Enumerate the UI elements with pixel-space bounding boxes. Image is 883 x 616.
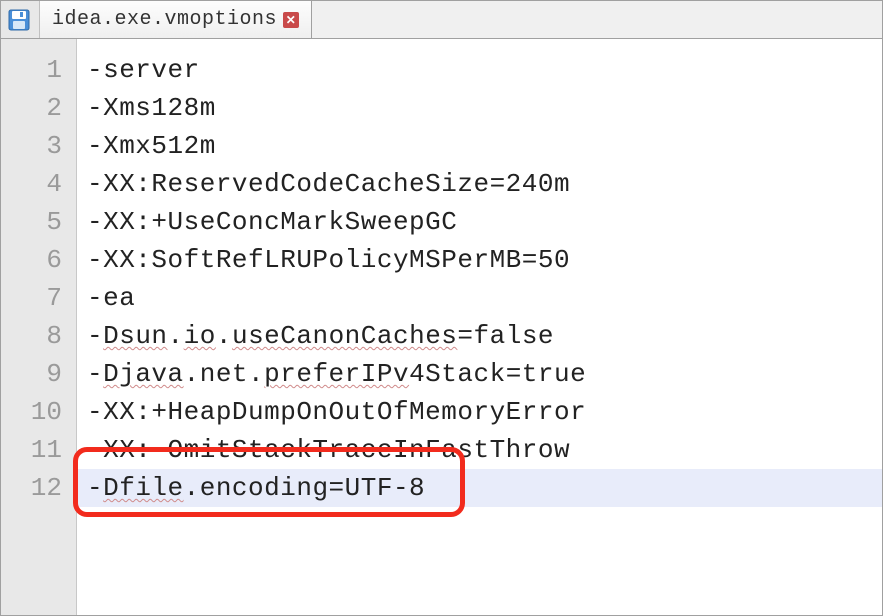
code-line[interactable]: -server (77, 51, 882, 89)
code-line[interactable]: -Dfile.encoding=UTF-8 (77, 469, 882, 507)
file-tab[interactable]: idea.exe.vmoptions ✕ (40, 1, 312, 38)
code-line[interactable]: -XX:+UseConcMarkSweepGC (77, 203, 882, 241)
line-number: 7 (1, 279, 76, 317)
line-number: 3 (1, 127, 76, 165)
code-line[interactable]: -ea (77, 279, 882, 317)
floppy-disk-icon (7, 8, 31, 32)
line-number: 11 (1, 431, 76, 469)
code-line[interactable]: -Xms128m (77, 89, 882, 127)
line-number: 1 (1, 51, 76, 89)
code-line[interactable]: -XX:ReservedCodeCacheSize=240m (77, 165, 882, 203)
editor-window: idea.exe.vmoptions ✕ 123456789101112 -se… (0, 0, 883, 616)
line-number-gutter: 123456789101112 (1, 39, 77, 615)
line-number: 9 (1, 355, 76, 393)
tab-filename: idea.exe.vmoptions (52, 8, 277, 31)
code-line[interactable]: -Djava.net.preferIPv4Stack=true (77, 355, 882, 393)
line-number: 4 (1, 165, 76, 203)
line-number: 5 (1, 203, 76, 241)
code-line[interactable]: -XX:SoftRefLRUPolicyMSPerMB=50 (77, 241, 882, 279)
code-line[interactable]: -XX:+HeapDumpOnOutOfMemoryError (77, 393, 882, 431)
line-number: 10 (1, 393, 76, 431)
code-line[interactable]: -Xmx512m (77, 127, 882, 165)
code-content[interactable]: -server-Xms128m-Xmx512m-XX:ReservedCodeC… (77, 39, 882, 615)
line-number: 12 (1, 469, 76, 507)
save-button[interactable] (1, 1, 40, 38)
line-number: 2 (1, 89, 76, 127)
line-number: 6 (1, 241, 76, 279)
code-line[interactable]: -XX:-OmitStackTraceInFastThrow (77, 431, 882, 469)
line-number: 8 (1, 317, 76, 355)
close-icon: ✕ (286, 14, 297, 26)
tab-close-button[interactable]: ✕ (283, 12, 299, 28)
editor-area: 123456789101112 -server-Xms128m-Xmx512m-… (1, 39, 882, 615)
code-line[interactable]: -Dsun.io.useCanonCaches=false (77, 317, 882, 355)
tab-bar: idea.exe.vmoptions ✕ (1, 1, 882, 39)
